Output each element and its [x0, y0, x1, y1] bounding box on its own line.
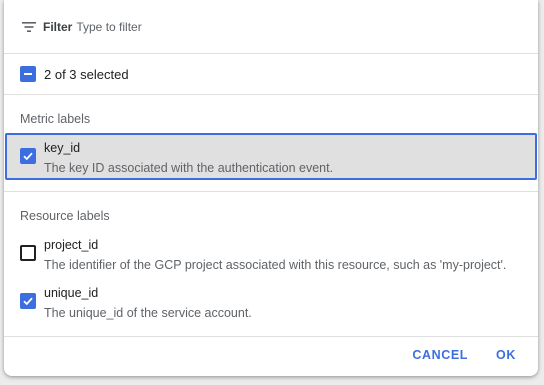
filter-label: Filter	[43, 19, 73, 34]
cancel-button[interactable]: CANCEL	[402, 342, 478, 368]
section-header-metric: Metric labels	[20, 112, 91, 126]
select-all-row[interactable]: 2 of 3 selected	[4, 54, 538, 95]
option-description: The identifier of the GCP project associ…	[44, 258, 507, 272]
unique-id-checkbox[interactable]	[20, 293, 36, 309]
dialog-footer: CANCEL OK	[4, 334, 538, 376]
select-all-checkbox[interactable]	[20, 66, 36, 82]
filter-list-icon	[22, 21, 36, 32]
label-filter-dialog: Filter 2 of 3 selected Metric labels key…	[4, 0, 538, 376]
option-description: The key ID associated with the authentic…	[44, 161, 334, 175]
filter-bar: Filter	[4, 0, 538, 54]
option-title: project_id	[44, 238, 99, 252]
ok-button[interactable]: OK	[486, 342, 526, 368]
option-description: The unique_id of the service account.	[44, 306, 252, 320]
option-text: key_id The key ID associated with the au…	[44, 133, 333, 176]
minus-icon	[24, 73, 32, 75]
resource-labels-section: Resource labels project_id The identifie…	[4, 192, 538, 337]
check-icon	[23, 152, 33, 161]
option-project-id[interactable]: project_id The identifier of the GCP pro…	[4, 230, 538, 278]
key-id-checkbox[interactable]	[20, 148, 36, 164]
metric-labels-section: Metric labels key_id The key ID associat…	[4, 95, 538, 192]
section-header-resource: Resource labels	[20, 209, 110, 223]
option-text: unique_id The unique_id of the service a…	[44, 278, 252, 321]
option-unique-id[interactable]: unique_id The unique_id of the service a…	[4, 278, 538, 326]
check-icon	[23, 297, 33, 306]
filter-input[interactable]	[76, 19, 437, 34]
option-title: key_id	[44, 141, 81, 155]
option-title: unique_id	[44, 286, 99, 300]
option-text: project_id The identifier of the GCP pro…	[44, 230, 506, 273]
option-key-id[interactable]: key_id The key ID associated with the au…	[5, 133, 537, 180]
project-id-checkbox[interactable]	[20, 245, 36, 261]
selection-count: 2 of 3 selected	[44, 66, 129, 82]
